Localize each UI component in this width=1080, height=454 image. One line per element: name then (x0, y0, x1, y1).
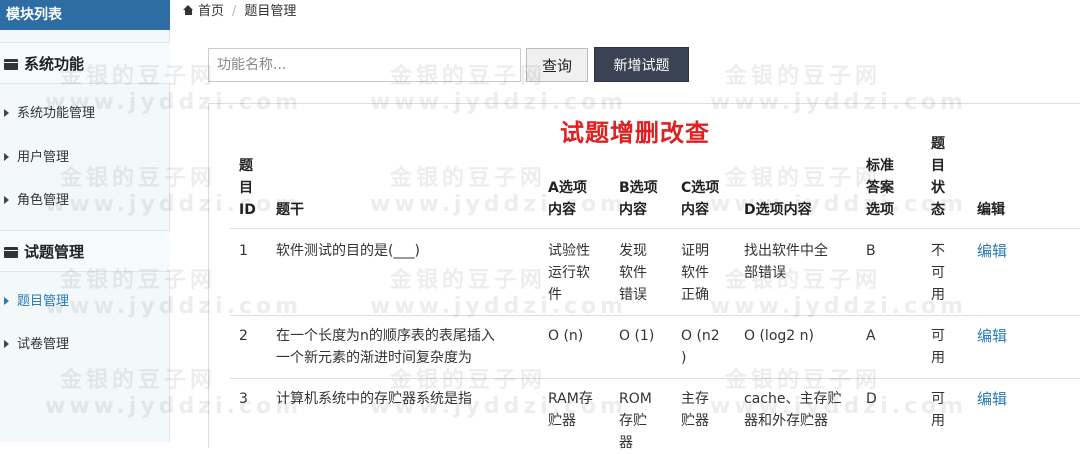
watermark: 金银的豆子网 (725, 64, 882, 89)
row-divider (230, 378, 1080, 379)
header-stem: 题干 (276, 202, 304, 218)
sidebar-item-users[interactable]: 用户管理 (0, 136, 170, 180)
cell-option-a: RAM存 贮器 (548, 391, 593, 429)
sidebar-item-roles[interactable]: 角色管理 (0, 179, 170, 223)
header-option-a: A选项 内容 (548, 180, 587, 218)
header-id: 题目 ID (239, 158, 256, 218)
query-button[interactable]: 查询 (526, 48, 588, 82)
sidebar-header: 模块列表 (0, 0, 170, 30)
sidebar-item-label: 角色管理 (17, 193, 70, 208)
edit-link[interactable]: 编辑 (977, 388, 1007, 410)
sidebar-item-papers[interactable]: 试卷管理 (0, 323, 170, 367)
header-option-d: D选项内容 (744, 202, 812, 218)
edit-link[interactable]: 编辑 (977, 325, 1007, 347)
cell-id: 2 (239, 328, 248, 344)
breadcrumb: 首页 / 题目管理 (183, 0, 297, 19)
cell-option-c: 主存 贮器 (681, 391, 709, 429)
edit-link[interactable]: 编辑 (977, 240, 1007, 262)
header-answer: 标准 答案 选项 (866, 158, 894, 218)
header-status: 题目状态 (931, 136, 945, 218)
sidebar-item-questions[interactable]: 题目管理 (0, 280, 170, 324)
cell-option-d: 找出软件中全 部错误 (744, 243, 828, 281)
sidebar: 模块列表 系统功能 系统功能管理 用户管理 角色管理 试题管理 题目管理 试卷管… (0, 0, 170, 442)
cell-stem: 软件测试的目的是(___) (276, 243, 420, 259)
cell-status: 不可用 (931, 243, 945, 303)
sidebar-item-label: 试卷管理 (17, 337, 70, 352)
cell-answer: B (866, 243, 876, 259)
cell-status: 可用 (931, 328, 945, 366)
cell-status: 可用 (931, 391, 945, 429)
cell-option-b: 发现 软件 错误 (619, 243, 647, 303)
cell-option-b: ROM 存贮器 (619, 391, 652, 451)
cell-option-a: O (n) (548, 328, 584, 344)
sidebar-group-exam[interactable]: 试题管理 (0, 230, 170, 272)
caret-right-icon (4, 109, 9, 117)
cell-option-a: 试验性 运行软件 (548, 243, 590, 303)
sidebar-group-label: 试题管理 (24, 243, 85, 261)
cell-option-d: O (log2 n) (744, 328, 814, 344)
row-divider (230, 228, 1080, 229)
caret-right-icon (4, 297, 9, 305)
cell-option-b: O (1) (619, 328, 655, 344)
breadcrumb-separator: / (232, 4, 237, 19)
header-option-c: C选项 内容 (681, 180, 720, 218)
sidebar-item-system-functions[interactable]: 系统功能管理 (0, 92, 170, 136)
add-question-button[interactable]: 新增试题 (594, 47, 689, 82)
search-input[interactable] (208, 48, 521, 82)
header-edit: 编辑 (977, 202, 1005, 218)
breadcrumb-current: 题目管理 (244, 4, 297, 19)
sidebar-item-label: 题目管理 (17, 294, 70, 309)
cell-stem: 在一个长度为n的顺序表的表尾插入 一个新元素的渐进时间复杂度为 (276, 328, 495, 366)
folder-icon (4, 59, 18, 70)
cell-option-c: 证明 软件 正确 (681, 243, 709, 303)
sidebar-group-system[interactable]: 系统功能 (0, 42, 170, 84)
breadcrumb-home[interactable]: 首页 (198, 4, 224, 19)
cell-id: 3 (239, 391, 248, 407)
cell-option-d: cache、主存贮 器和外存贮器 (744, 391, 842, 429)
table-title: 试题增删改查 (560, 118, 710, 147)
cell-stem: 计算机系统中的存贮器系统是指 (276, 391, 472, 407)
header-option-b: B选项 内容 (619, 180, 658, 218)
cell-option-c: O (n2) (681, 328, 720, 366)
cell-id: 1 (239, 243, 248, 259)
sidebar-item-label: 系统功能管理 (17, 106, 96, 121)
caret-right-icon (4, 340, 9, 348)
cell-answer: D (866, 391, 877, 407)
caret-right-icon (4, 153, 9, 161)
sidebar-group-label: 系统功能 (24, 55, 85, 73)
caret-right-icon (4, 196, 9, 204)
sidebar-item-label: 用户管理 (17, 150, 70, 165)
row-divider (230, 315, 1080, 316)
folder-icon (4, 247, 18, 258)
home-icon (183, 5, 194, 15)
cell-answer: A (866, 328, 876, 344)
